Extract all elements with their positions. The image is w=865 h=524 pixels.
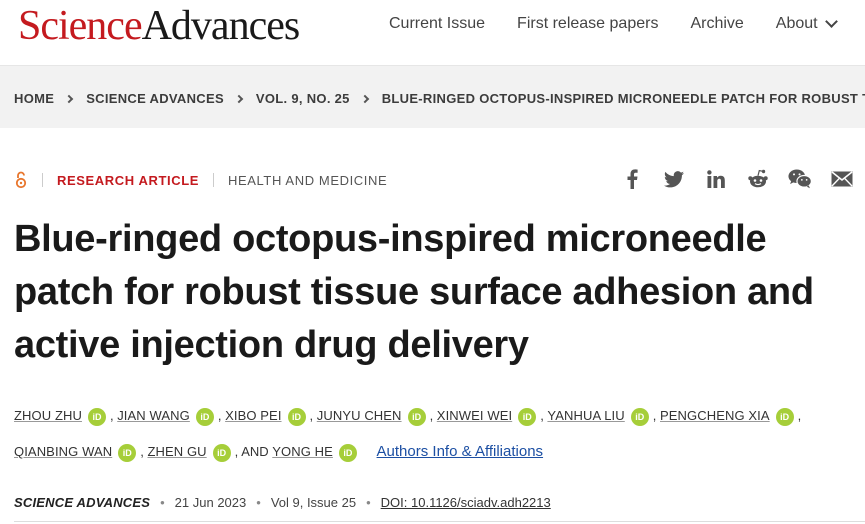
email-icon[interactable] xyxy=(830,168,854,190)
orcid-icon[interactable]: iD xyxy=(287,407,306,426)
open-access-icon xyxy=(15,171,27,189)
article-meta-row: RESEARCH ARTICLE HEALTH AND MEDICINE xyxy=(14,168,854,192)
author-list: ZHOU ZHU iD, JIAN WANG iD, XIBO PEI iD, JUN… xyxy=(14,407,802,462)
volume-issue[interactable]: Vol 9, Issue 25 xyxy=(271,495,356,510)
chevron-right-icon xyxy=(234,94,244,103)
article-topic[interactable]: HEALTH AND MEDICINE xyxy=(228,173,387,188)
orcid-icon[interactable]: iD xyxy=(518,407,537,426)
share-bar xyxy=(620,168,854,190)
breadcrumb-issue[interactable]: VOL. 9, NO. 25 xyxy=(256,91,350,106)
nav-first-release[interactable]: First release papers xyxy=(517,15,658,33)
separator-dot: • xyxy=(366,495,371,510)
orcid-icon[interactable]: iD xyxy=(338,443,357,462)
nav-archive[interactable]: Archive xyxy=(690,15,743,33)
main-nav: Current Issue First release papers Archi… xyxy=(389,15,838,33)
author-link[interactable]: YONG HE xyxy=(272,444,333,459)
breadcrumb-journal[interactable]: SCIENCE ADVANCES xyxy=(86,91,224,106)
divider xyxy=(42,173,43,187)
author-link[interactable]: JIAN WANG xyxy=(117,408,190,423)
orcid-icon[interactable]: iD xyxy=(775,407,794,426)
logo-science: Science xyxy=(18,3,143,49)
orcid-icon[interactable]: iD xyxy=(195,407,214,426)
and-text: AND xyxy=(241,444,269,459)
breadcrumb-home[interactable]: HOME xyxy=(14,91,54,106)
journal-name[interactable]: SCIENCE ADVANCES xyxy=(14,495,150,510)
author-link[interactable]: PENGCHENG XIA xyxy=(660,408,770,423)
chevron-right-icon xyxy=(64,94,74,103)
orcid-icon[interactable]: iD xyxy=(118,443,137,462)
author-link[interactable]: ZHEN GU xyxy=(147,444,206,459)
author-link[interactable]: ZHOU ZHU xyxy=(14,408,82,423)
wechat-icon[interactable] xyxy=(788,168,812,190)
divider xyxy=(213,173,215,187)
article-title: Blue-ringed octopus-inspired microneedle… xyxy=(14,218,814,366)
authors-affiliations-link[interactable]: Authors Info & Affiliations xyxy=(377,443,544,460)
nav-current-issue[interactable]: Current Issue xyxy=(389,15,485,33)
author-link[interactable]: XIBO PEI xyxy=(225,408,281,423)
separator-dot: • xyxy=(160,495,165,510)
author-link[interactable]: QIANBING WAN xyxy=(14,444,112,459)
author-link[interactable]: YANHUA LIU xyxy=(547,408,624,423)
chevron-right-icon xyxy=(360,94,369,103)
nav-about-label: About xyxy=(775,15,818,32)
linkedin-icon[interactable] xyxy=(704,168,728,190)
site-header: ScienceAdvances Current Issue First rele… xyxy=(0,0,865,66)
separator-dot: • xyxy=(256,495,261,510)
orcid-icon[interactable]: iD xyxy=(212,443,231,462)
publication-info: SCIENCE ADVANCES • 21 Jun 2023 • Vol 9, … xyxy=(14,495,551,510)
science-advances-logo[interactable]: ScienceAdvances xyxy=(18,3,301,49)
orcid-icon[interactable]: iD xyxy=(87,407,106,426)
divider xyxy=(14,521,865,522)
author-link[interactable]: JUNYU CHEN xyxy=(317,408,402,423)
article-type: RESEARCH ARTICLE xyxy=(57,172,200,188)
publication-date: 21 Jun 2023 xyxy=(174,495,247,510)
reddit-icon[interactable] xyxy=(746,168,770,190)
twitter-icon[interactable] xyxy=(662,168,686,190)
author-link[interactable]: XINWEI WEI xyxy=(437,408,512,423)
chevron-down-icon xyxy=(824,15,838,28)
breadcrumb-bar: HOME SCIENCE ADVANCES VOL. 9, NO. 25 BLU… xyxy=(0,66,865,128)
doi-link[interactable]: DOI: 10.1126/sciadv.adh2213 xyxy=(381,495,551,510)
orcid-icon[interactable]: iD xyxy=(630,407,649,426)
breadcrumb: HOME SCIENCE ADVANCES VOL. 9, NO. 25 BLU… xyxy=(14,91,865,106)
breadcrumb-article: BLUE-RINGED OCTOPUS-INSPIRED MICRONEEDLE… xyxy=(381,91,865,106)
facebook-icon[interactable] xyxy=(620,168,644,190)
logo-advances: Advances xyxy=(141,3,301,49)
nav-about[interactable]: About xyxy=(775,15,838,33)
orcid-icon[interactable]: iD xyxy=(407,407,426,426)
